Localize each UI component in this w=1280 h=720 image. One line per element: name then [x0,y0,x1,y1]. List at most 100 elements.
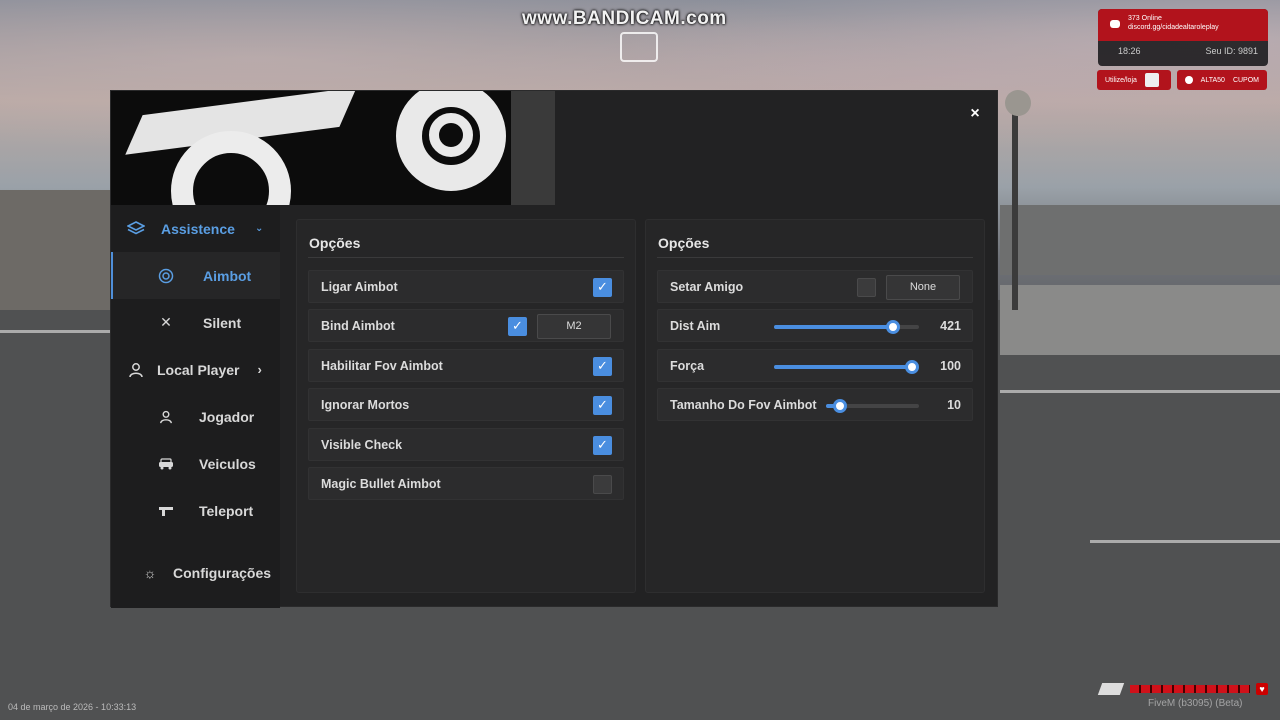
keybind-button[interactable]: M2 [537,314,611,339]
coupon-code: ALTA50 [1200,76,1225,84]
option-checkbox[interactable] [593,475,612,494]
sidebar-item-label: Veiculos [199,455,256,472]
option-label: Magic Bullet Aimbot [321,477,441,491]
gift-icon [1144,73,1159,87]
slider-label: Tamanho Do Fov Aimbot [670,398,817,412]
sidebar-item-veiculos[interactable]: Veiculos [111,440,280,487]
sidebar-item-label: Aimbot [203,267,252,284]
coupon-button[interactable]: ALTA50 CUPOM [1177,70,1267,90]
user-icon [157,408,175,426]
slider-thumb[interactable] [905,360,919,374]
cross-icon: ✕ [160,314,172,330]
option-label: Ignorar Mortos [321,398,410,412]
slider-value: 10 [947,398,961,412]
gear-icon: ☼ [143,564,157,581]
option-row-bind-aimbot: Bind Aimbot M2 [308,309,624,342]
health-hud: ♥ [1097,683,1270,695]
slider-row-forca: Força 100 [657,349,973,382]
wall-left [0,190,112,310]
friend-select-button[interactable]: None [886,275,960,300]
option-checkbox[interactable] [593,436,612,455]
store-button[interactable]: Utilize/loja [1097,70,1171,90]
option-label: Ligar Aimbot [321,280,398,294]
option-label: Setar Amigo [670,280,744,294]
option-checkbox[interactable] [593,396,612,415]
discord-icon [1110,20,1120,28]
slider-fill [774,365,912,369]
sidebar-item-label: Silent [203,314,242,331]
server-buttons: Utilize/loja ALTA50 CUPOM [1097,70,1267,90]
sidebar-item-aimbot[interactable]: Aimbot [111,252,280,299]
option-row-habilitar-fov-aimbot: Habilitar Fov Aimbot [308,349,624,382]
sidebar-category-label: Local Player [157,361,240,378]
road-line [0,330,112,333]
option-row-ignorar-mortos: Ignorar Mortos [308,388,624,421]
slider-row-tamanho-do-fov-aimbot: Tamanho Do Fov Aimbot 10 [657,388,973,421]
bandicam-watermark: www.BANDICAM.com [522,8,727,29]
server-player-id: Seu ID: 9891 [1205,46,1258,56]
health-bar [1130,685,1250,693]
building [1000,205,1280,275]
sidebar-category-assistence[interactable]: Assistence ⌄ [111,205,280,252]
server-discord-link: discord.gg/cidadealtaroleplay [1128,24,1219,31]
chevron-down-icon: ⌄ [254,223,264,234]
slider-track[interactable] [774,320,919,334]
sidebar-item-jogador[interactable]: Jogador [111,393,280,440]
sidebar-category-label: Assistence [161,220,235,237]
close-button[interactable]: × [968,105,982,123]
divider [308,257,624,258]
server-time: 18:26 [1118,46,1141,56]
option-row-ligar-aimbot: Ligar Aimbot [308,270,624,303]
panel-title: Opções [309,235,361,251]
street-lamp [1012,95,1018,310]
slider-label: Dist Aim [670,319,721,333]
option-checkbox[interactable] [857,278,876,297]
server-online-count: 373 Online [1128,15,1162,22]
recording-timestamp: 04 de março de 2026 - 10:33:13 [8,702,137,712]
coupon-label: CUPOM [1232,76,1259,84]
sidebar-item-label: Teleport [199,502,254,519]
slider-label: Força [670,359,705,373]
sidebar: Assistence ⌄ Aimbot ✕ Silent Local Playe… [111,205,280,608]
option-row-magic-bullet-aimbot: Magic Bullet Aimbot [308,467,624,500]
divider [657,257,973,258]
option-checkbox[interactable] [593,357,612,376]
option-label: Habilitar Fov Aimbot [321,359,443,373]
target-icon [157,267,175,285]
options-panel-left: Opções Ligar Aimbot Bind Aimbot M2 Habil… [296,219,636,593]
armor-icon [1097,683,1125,695]
panel-title: Opções [658,235,710,251]
menu-window: × Assistence ⌄ Aimbot ✕ Silent Local Pla… [110,90,998,608]
server-widget: 373 Online discord.gg/cidadealtaroleplay… [1098,9,1268,66]
fivem-build-label: FiveM (b3095) (Beta) [1148,698,1243,709]
sidebar-item-silent[interactable]: ✕ Silent [111,299,280,346]
slider-row-dist-aim: Dist Aim 421 [657,309,973,342]
sidebar-item-label: Jogador [199,408,255,425]
sidebar-item-settings[interactable]: ☼ Configurações [111,549,280,596]
option-checkbox[interactable] [593,278,612,297]
tag-icon [1185,76,1193,84]
chevron-right-icon: › [257,362,262,377]
sidebar-item-label: Configurações [173,564,272,581]
slider-value: 100 [940,359,961,373]
sidebar-item-teleport[interactable]: Teleport [111,487,280,534]
option-checkbox[interactable] [508,317,527,336]
road-line [1000,390,1280,393]
barrier [1000,285,1280,355]
banner-edge [511,91,555,205]
slider-thumb[interactable] [832,399,847,413]
sidebar-category-local-player[interactable]: Local Player › [111,346,280,393]
slider-track[interactable] [774,360,919,374]
heart-icon: ♥ [1256,683,1268,695]
option-label: Visible Check [321,438,403,452]
slider-track[interactable] [826,399,919,413]
options-panel-right: Opções Setar Amigo None Dist Aim 421 For… [645,219,985,593]
street-lamp-head [1005,90,1031,116]
server-widget-header: 373 Online discord.gg/cidadealtaroleplay [1098,9,1268,41]
option-row-visible-check: Visible Check [308,428,624,461]
slider-value: 421 [940,319,961,333]
slider-fill [774,325,893,329]
option-label: Bind Aimbot [321,319,395,333]
menu-banner-logo [111,91,555,205]
slider-thumb[interactable] [885,320,900,334]
